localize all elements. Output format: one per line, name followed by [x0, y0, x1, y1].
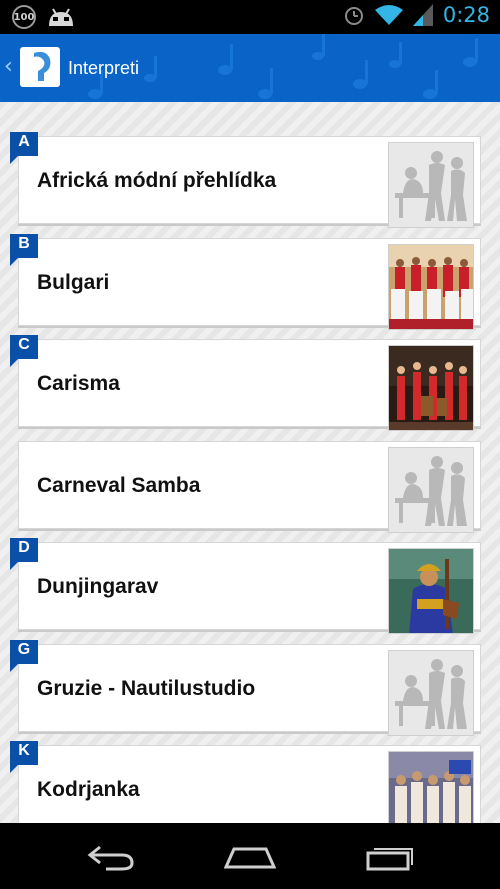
list-item[interactable]: Africká módní přehlídka — [18, 136, 481, 228]
section-letter-tab: A — [10, 132, 42, 165]
performer-placeholder-image — [388, 650, 474, 736]
performer-photo — [388, 244, 474, 330]
action-bar: ‹ Interpreti — [0, 34, 500, 102]
app-logo[interactable] — [20, 47, 60, 87]
performers-list: Africká módní přehlídka A Bulgari B Cari… — [0, 102, 500, 823]
wifi-icon — [374, 5, 403, 25]
list-item[interactable]: Dunjingarav — [18, 542, 481, 634]
performer-name: Kodrjanka — [37, 778, 140, 801]
list-item[interactable]: Kodrjanka — [18, 745, 481, 823]
navigation-bar — [0, 823, 500, 889]
alarm-icon — [344, 7, 363, 25]
list-item[interactable]: Carneval Samba — [18, 441, 481, 533]
performer-photo — [388, 751, 474, 823]
performer-name: Bulgari — [37, 271, 110, 294]
performer-placeholder-image — [388, 447, 474, 533]
up-navigation-icon[interactable]: ‹ — [4, 56, 13, 78]
page-title: Interpreti — [68, 58, 140, 78]
status-bar: 100 0:28 — [0, 0, 500, 34]
performer-name: Dunjingarav — [37, 575, 159, 598]
list-item[interactable]: Carisma — [18, 339, 481, 431]
performer-placeholder-image — [388, 142, 474, 228]
performer-photo — [388, 345, 474, 431]
recent-apps-icon[interactable] — [364, 841, 416, 871]
android-robot-icon — [49, 8, 73, 26]
list-item[interactable]: Gruzie - Nautilustudio — [18, 644, 481, 736]
performer-name: Gruzie - Nautilustudio — [37, 677, 256, 700]
section-letter-tab: B — [10, 234, 42, 267]
performer-name: Africká módní přehlídka — [37, 169, 277, 192]
battery-percent-icon: 100 — [12, 5, 36, 29]
section-letter-tab: G — [10, 640, 42, 673]
signal-icon — [412, 4, 433, 26]
list-item[interactable]: Bulgari — [18, 238, 481, 330]
performer-name: Carneval Samba — [37, 474, 201, 497]
performer-name: Carisma — [37, 372, 120, 395]
clock: 0:28 — [442, 3, 490, 27]
section-letter-tab: C — [10, 335, 42, 368]
home-icon[interactable] — [224, 841, 276, 871]
performer-photo — [388, 548, 474, 634]
back-icon[interactable] — [86, 841, 136, 871]
section-letter-tab: D — [10, 538, 42, 571]
section-letter-tab: K — [10, 741, 42, 774]
